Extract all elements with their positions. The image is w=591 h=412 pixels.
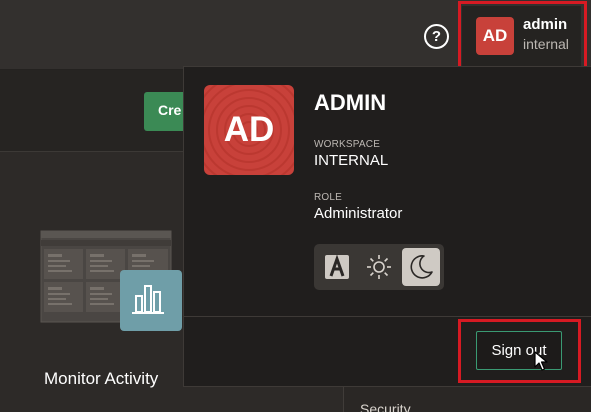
card-title[interactable]: Monitor Activity	[44, 369, 158, 389]
avatar: AD	[204, 85, 294, 175]
theme-option-light[interactable]	[360, 248, 398, 286]
help-button[interactable]: ?	[424, 24, 449, 49]
theme-switcher	[314, 244, 444, 290]
side-item-security[interactable]: Security	[360, 401, 411, 412]
dashboard-chart-icon[interactable]	[40, 230, 185, 338]
panel-divider	[184, 316, 591, 317]
sign-out-button[interactable]: Sign out	[476, 331, 562, 370]
question-circle-icon: ?	[431, 28, 442, 45]
user-workspace: internal	[523, 36, 569, 52]
avatar-initials: AD	[482, 26, 508, 45]
accessible-theme-icon	[325, 254, 349, 279]
mouse-cursor-icon	[534, 351, 548, 371]
avatar: AD	[476, 17, 514, 55]
sun-light-theme-icon	[367, 255, 391, 279]
panel-username: ADMIN	[314, 90, 387, 115]
role-value: Administrator	[314, 205, 403, 222]
theme-option-accessible[interactable]	[318, 248, 356, 286]
user-name: admin	[523, 16, 568, 33]
workspace-value: INTERNAL	[314, 152, 389, 169]
workspace-label: WORKSPACE	[314, 139, 381, 150]
user-menu-button[interactable]: AD admin internal	[462, 6, 581, 68]
theme-option-dark[interactable]	[402, 248, 440, 286]
role-label: ROLE	[314, 192, 343, 203]
avatar-initials: AD	[223, 110, 275, 149]
moon-dark-theme-icon	[410, 255, 433, 279]
